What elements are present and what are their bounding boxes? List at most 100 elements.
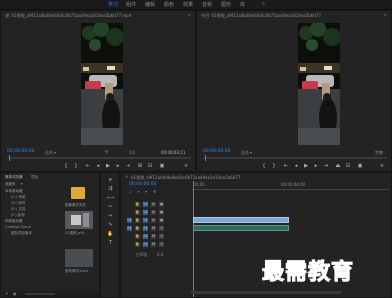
workspace-tab-libraries[interactable]: 库 <box>240 1 245 8</box>
source-resolution[interactable]: 1/2 <box>129 150 135 155</box>
tree-creative-cloud[interactable]: Creative Cloud <box>5 225 31 229</box>
wrench-icon[interactable]: ⚙ <box>105 149 109 154</box>
insert-icon[interactable]: ⊞ <box>137 163 143 169</box>
program-scrubber[interactable] <box>203 157 387 159</box>
source-zoom-fit[interactable]: 适合 <box>45 150 53 156</box>
track-a2[interactable]: 🔒 A2 M S <box>123 233 189 240</box>
track-label-v2[interactable]: V2 <box>143 210 148 215</box>
track-label-v3[interactable]: V3 <box>143 202 148 207</box>
lock-icon[interactable]: 🔒 <box>135 210 140 215</box>
export-frame-icon[interactable]: ▣ <box>159 163 165 169</box>
add-marker-icon[interactable]: ▾ <box>145 189 147 194</box>
icon-view-icon[interactable]: ▦ <box>13 292 16 296</box>
step-forward-icon[interactable]: ▸ <box>115 163 121 169</box>
source-video-frame[interactable] <box>81 23 123 145</box>
source-current-timecode[interactable]: 00;00;00;00 <box>7 149 34 154</box>
program-quality[interactable]: 完整 <box>375 150 383 156</box>
track-v2[interactable]: 🔒 V2 ⇄ ◉ <box>123 209 189 216</box>
track-label-a2[interactable]: A2 <box>143 234 148 239</box>
lock-icon[interactable]: 🔒 <box>135 234 140 239</box>
audio-clip[interactable] <box>193 225 289 231</box>
workspace-tab-effects[interactable]: 效果 <box>183 1 193 8</box>
track-master[interactable]: 主声道 0.0 <box>123 251 189 258</box>
time-ruler[interactable] <box>191 189 389 190</box>
add-button-icon[interactable]: + <box>183 163 189 169</box>
timeline-current-timecode[interactable]: 00;00;00;00 <box>129 182 156 187</box>
sync-lock-icon[interactable]: ⇄ <box>151 202 156 207</box>
step-back-icon[interactable]: ◂ <box>95 163 101 169</box>
export-frame-icon[interactable]: ▣ <box>357 163 363 169</box>
workspace-tab-learn[interactable]: 学习 <box>108 1 118 8</box>
lock-icon[interactable]: 🔒 <box>135 218 140 223</box>
program-current-timecode[interactable]: 00;00;00;00 <box>203 149 230 154</box>
tab-project[interactable]: 项目 <box>31 175 38 180</box>
mute-icon[interactable]: M <box>151 226 156 231</box>
wrench-icon[interactable]: ⚙ <box>153 189 157 194</box>
master-volume-value[interactable]: 0.0 <box>157 252 163 257</box>
dropdown-arrow-icon[interactable]: ▾ <box>250 150 252 155</box>
lock-icon[interactable]: 🔒 <box>135 226 140 231</box>
lift-icon[interactable]: ⏏ <box>335 163 341 169</box>
slip-tool-icon[interactable]: ↔ <box>107 213 114 220</box>
mark-out-icon[interactable]: } <box>271 163 277 169</box>
workspace-tab-assembly[interactable]: 组件 <box>126 1 136 8</box>
program-monitor-title[interactable]: 节目: 01视频_a9f12a0bd6e8a04c0b75aa49ea3d14e… <box>201 13 351 19</box>
close-icon[interactable]: × <box>125 174 128 179</box>
tree-network-drives[interactable]: 网络驱动器 <box>5 219 23 224</box>
more-workspaces-icon[interactable]: » <box>262 1 265 7</box>
folder-icon[interactable] <box>71 187 85 199</box>
workspace-tab-editing[interactable]: 编辑 <box>145 1 155 8</box>
list-view-icon[interactable]: ☰ <box>5 292 8 296</box>
clip-thumbnail[interactable] <box>65 249 93 267</box>
timeline-scrollbar[interactable] <box>191 291 341 294</box>
tree-team-projects[interactable]: 团队项目版本 <box>11 231 32 236</box>
mute-icon[interactable]: M <box>151 242 156 247</box>
sync-lock-icon[interactable]: ⇄ <box>151 218 156 223</box>
panel-menu-icon[interactable]: ≡ <box>188 12 191 17</box>
solo-icon[interactable]: S <box>159 226 164 231</box>
program-zoom-fit[interactable]: 适合 <box>241 150 249 156</box>
lock-icon[interactable]: 🔒 <box>135 202 140 207</box>
selection-tool-icon[interactable]: ➤ <box>107 177 114 184</box>
mark-in-icon[interactable]: { <box>63 163 69 169</box>
tree-drive-e[interactable]: (E:) 文档 <box>11 207 25 212</box>
mark-out-icon[interactable]: } <box>73 163 79 169</box>
tree-local-drives[interactable]: 本地驱动器 <box>5 189 23 194</box>
track-v1[interactable]: V1 🔒 V1 ⇄ ◉ <box>123 217 189 224</box>
track-a3[interactable]: 🔒 A3 M S <box>123 241 189 248</box>
tree-drive-f[interactable]: (F:) 影视 <box>11 213 25 218</box>
track-area[interactable] <box>191 201 389 261</box>
go-to-in-icon[interactable]: ⇤ <box>85 163 91 169</box>
track-label-v1[interactable]: V1 <box>143 218 148 223</box>
program-video-frame[interactable] <box>298 23 340 145</box>
solo-icon[interactable]: S <box>159 234 164 239</box>
play-icon[interactable]: ▶ <box>303 163 309 169</box>
clip-thumbnail[interactable] <box>65 211 93 229</box>
timeline-sequence-tab[interactable]: 01视频_a9f12a0bd6e8a04c0b75aa49ea3d14ea5b6… <box>131 175 251 181</box>
tree-drive-d[interactable]: (D:) 软件 <box>11 201 26 206</box>
step-forward-icon[interactable]: ▸ <box>313 163 319 169</box>
eye-icon[interactable]: ◉ <box>159 210 164 215</box>
track-v3[interactable]: 🔒 V3 ⇄ ◉ <box>123 201 189 208</box>
go-to-in-icon[interactable]: ⇤ <box>283 163 289 169</box>
workspace-tab-color[interactable]: 颜色 <box>164 1 174 8</box>
step-back-icon[interactable]: ◂ <box>293 163 299 169</box>
play-icon[interactable]: ▶ <box>105 163 111 169</box>
sync-lock-icon[interactable]: ⇄ <box>151 210 156 215</box>
go-to-out-icon[interactable]: ⇥ <box>125 163 131 169</box>
chevron-down-icon[interactable]: ▾ <box>21 182 23 186</box>
source-patch-v1[interactable]: V1 <box>127 218 132 223</box>
tab-media-browser[interactable]: 媒体浏览器 <box>5 175 23 180</box>
type-tool-icon[interactable]: T <box>107 240 114 247</box>
pen-tool-icon[interactable]: ✎ <box>107 222 114 229</box>
eye-icon[interactable]: ◉ <box>159 218 164 223</box>
panel-menu-icon[interactable]: ≡ <box>384 12 387 17</box>
razor-tool-icon[interactable]: ✂ <box>107 204 114 211</box>
hand-tool-icon[interactable]: ✋ <box>107 231 114 238</box>
lock-icon[interactable]: 🔒 <box>135 242 140 247</box>
overwrite-icon[interactable]: ⊟ <box>147 163 153 169</box>
program-playhead[interactable] <box>205 155 206 161</box>
track-select-tool-icon[interactable]: ⇶ <box>107 186 114 193</box>
track-a1[interactable]: A1 🔒 A1 M S <box>123 225 189 232</box>
track-label-a1[interactable]: A1 <box>143 226 148 231</box>
